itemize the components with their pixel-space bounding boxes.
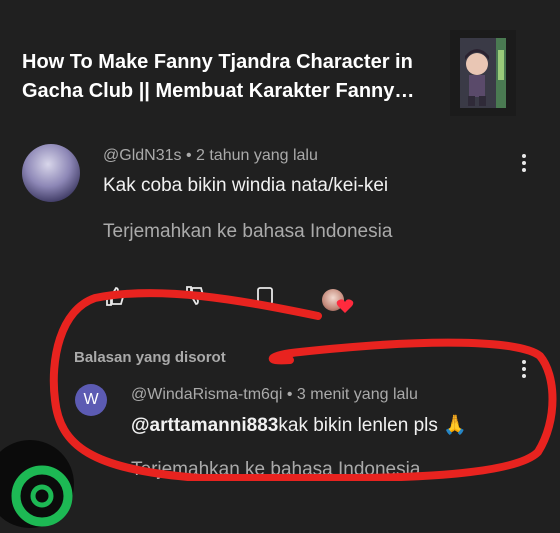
comment-time: 2 tahun yang lalu [196,147,318,164]
reply-button[interactable] [254,285,276,312]
comment-translate-link[interactable]: Terjemahkan ke bahasa Indonesia [103,221,392,243]
like-button[interactable] [104,285,126,312]
meta-separator: • [286,386,297,403]
thumbs-down-icon [186,286,205,305]
comment-menu-button[interactable] [514,152,534,174]
dislike-button[interactable] [184,285,206,312]
video-thumbnail[interactable] [450,30,516,116]
thumbnail-image [450,30,516,116]
comment-actions [100,285,360,311]
reply-avatar[interactable]: W [75,384,107,416]
reply-icon [257,287,273,305]
meta-separator: • [185,147,196,164]
commenter-avatar[interactable] [22,144,80,202]
reply-text: @arttamanni883kak bikin lenlen pls 🙏 [131,413,467,437]
highlighted-reply-label: Balasan yang disorot [74,349,226,366]
reply-time: 3 menit yang lalu [296,386,418,403]
reply-body: kak bikin lenlen pls 🙏 [278,415,467,436]
reply-menu-button[interactable] [514,358,534,380]
floating-app-button[interactable] [0,440,74,528]
more-vert-icon [522,360,526,378]
reply-mention[interactable]: @arttamanni883 [131,415,278,436]
thumbs-up-icon [106,287,125,306]
reply-author[interactable]: @WindaRisma-tm6qi [131,386,282,403]
comment-text: Kak coba bikin windia nata/kei-kei [103,175,389,196]
video-title[interactable]: How To Make Fanny Tjandra Character in G… [22,48,432,106]
more-vert-icon [522,154,526,172]
reply-translate-link[interactable]: Terjemahkan ke bahasa Indonesia [131,459,420,481]
app-logo-icon [11,465,73,527]
reply-meta: @WindaRisma-tm6qi • 3 menit yang lalu [131,386,418,404]
comment-author[interactable]: @GldN31s [103,147,182,164]
comment-meta: @GldN31s • 2 tahun yang lalu [103,147,318,165]
creator-heart-badge [322,289,344,311]
